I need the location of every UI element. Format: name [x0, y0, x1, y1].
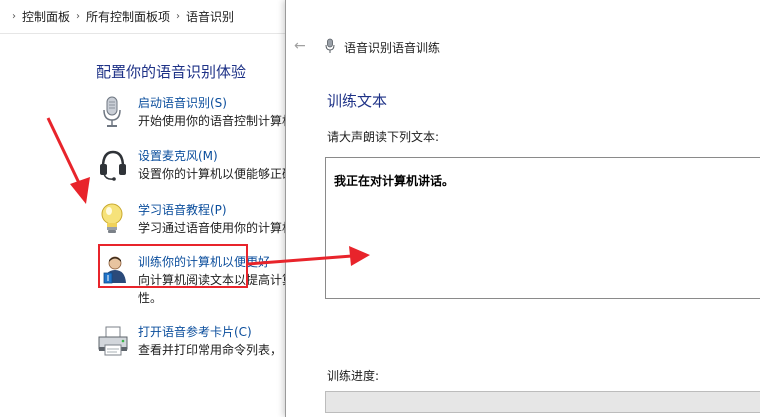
chevron-right-icon: ›	[76, 11, 81, 22]
instruction-text: 请大声朗读下列文本:	[327, 130, 440, 144]
microphone-icon	[103, 96, 121, 127]
breadcrumb: › 控制面板 › 所有控制面板项 › 语音识别	[0, 0, 290, 34]
progress-label: 训练进度:	[327, 369, 380, 383]
breadcrumb-control-panel[interactable]: 控制面板	[22, 8, 70, 25]
dialog-titlebar	[286, 0, 760, 14]
highlight-box	[98, 244, 248, 288]
dialog-title: 训练文本	[327, 92, 388, 110]
training-text: 我正在对计算机讲话。	[334, 174, 455, 188]
training-progress-bar	[325, 391, 760, 413]
chevron-right-icon: ›	[12, 11, 16, 22]
item-description: 查看并打印常用命令列表，	[138, 343, 283, 357]
reference-card-link[interactable]: 打开语音参考卡片(C)	[138, 323, 252, 340]
breadcrumb-speech-recognition[interactable]: 语音识别	[186, 8, 234, 25]
item-description: 设置你的计算机以便能够正确	[138, 167, 288, 181]
training-text-box: 我正在对计算机讲话。	[325, 157, 760, 299]
speech-tutorial-link[interactable]: 学习语音教程(P)	[138, 201, 227, 218]
chevron-right-icon: ›	[176, 11, 181, 22]
control-panel-window: › 控制面板 › 所有控制面板项 › 语音识别 配置你的语音识别体验 启动语音识…	[0, 0, 290, 417]
page-title: 配置你的语音识别体验	[96, 63, 247, 81]
printer-icon	[98, 326, 128, 356]
speech-training-dialog: ← 语音识别语音训练 训练文本 请大声朗读下列文本: 我正在对计算机讲话。 训练…	[285, 0, 760, 417]
item-description: 学习通过语音使用你的计算机	[138, 221, 288, 235]
lightbulb-icon	[101, 203, 123, 233]
setup-microphone-link[interactable]: 设置麦克风(M)	[138, 147, 218, 164]
headset-icon	[100, 150, 126, 181]
item-description-continued: 性。	[138, 291, 163, 305]
item-description: 开始使用你的语音控制计算机	[138, 114, 288, 128]
microphone-icon	[325, 38, 335, 53]
back-arrow-icon[interactable]: ←	[294, 38, 306, 54]
start-speech-recognition-link[interactable]: 启动语音识别(S)	[138, 94, 227, 111]
dialog-header: 语音识别语音训练	[344, 41, 441, 55]
breadcrumb-all-items[interactable]: 所有控制面板项	[86, 8, 170, 25]
